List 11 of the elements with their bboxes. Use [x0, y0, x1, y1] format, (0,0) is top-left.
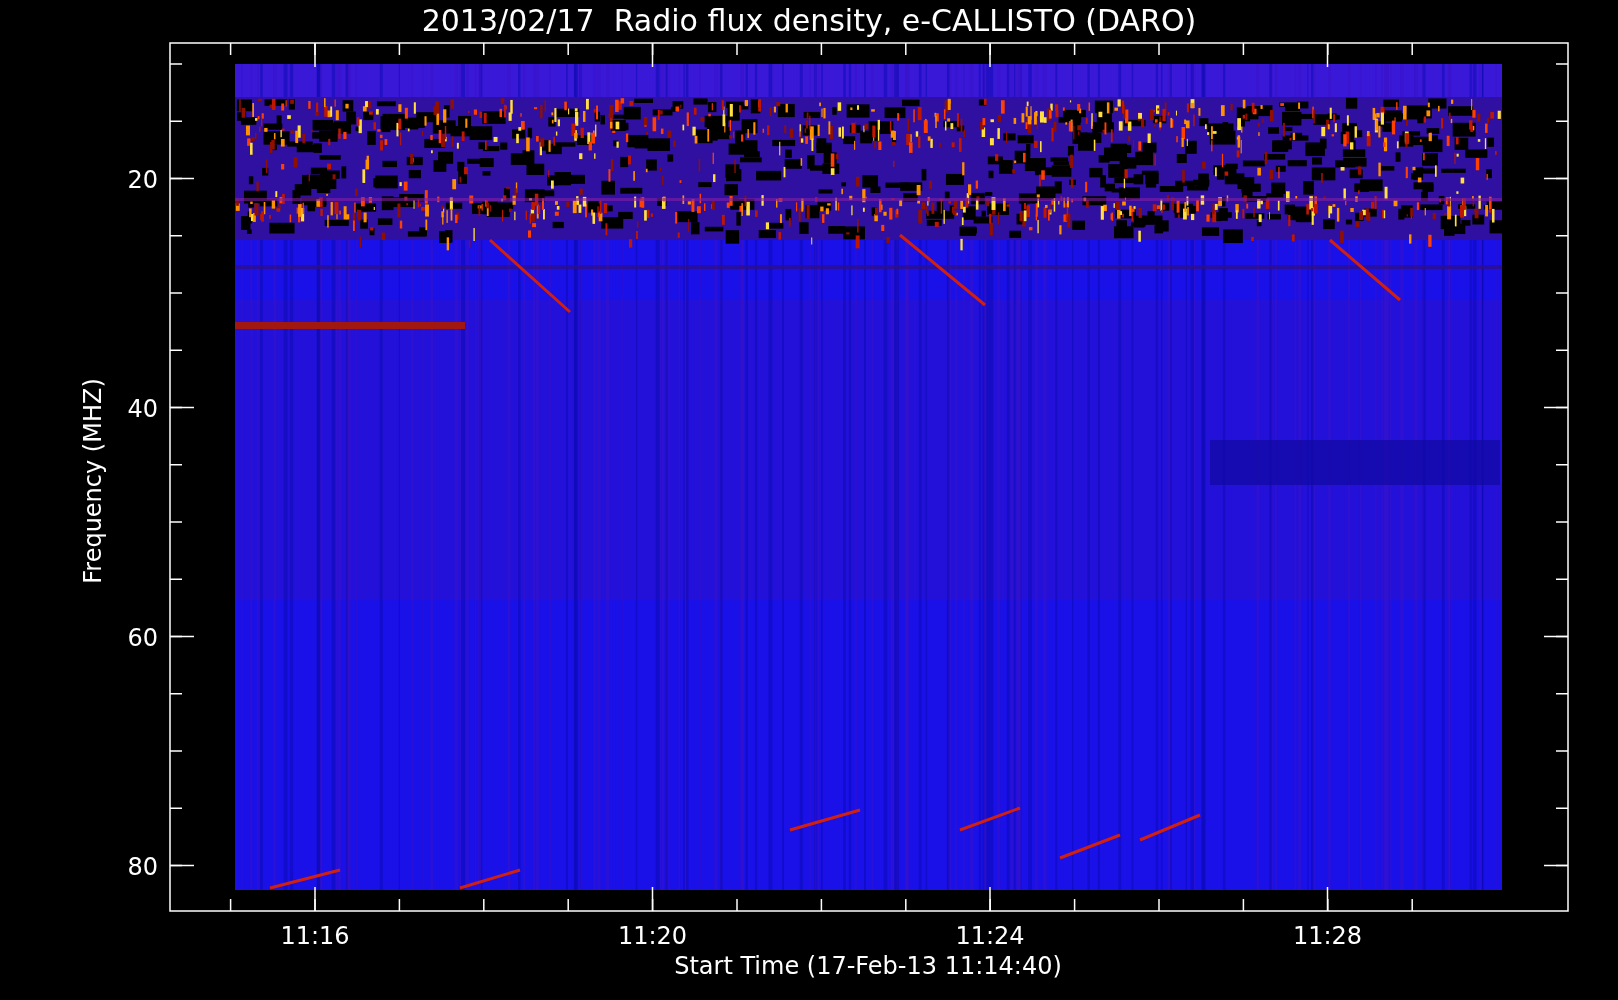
y-axis-label: Frequency (MHZ) [79, 378, 107, 584]
y-tick-label: 40 [127, 394, 158, 423]
y-tick-label: 60 [127, 623, 158, 652]
x-tick-label: 11:20 [617, 922, 688, 950]
y-tick-label: 20 [127, 165, 158, 194]
chart-title: 2013/02/17 Radio flux density, e-CALLISTO (DARO) [421, 3, 1197, 38]
x-axis-label: Start Time (17-Feb-13 11:14:40) [674, 952, 1062, 980]
x-tick-label: 11:28 [1292, 922, 1363, 950]
y-tick-label: 80 [127, 852, 158, 881]
x-tick-label: 11:16 [280, 922, 350, 950]
x-tick-label: 11:24 [955, 922, 1025, 950]
